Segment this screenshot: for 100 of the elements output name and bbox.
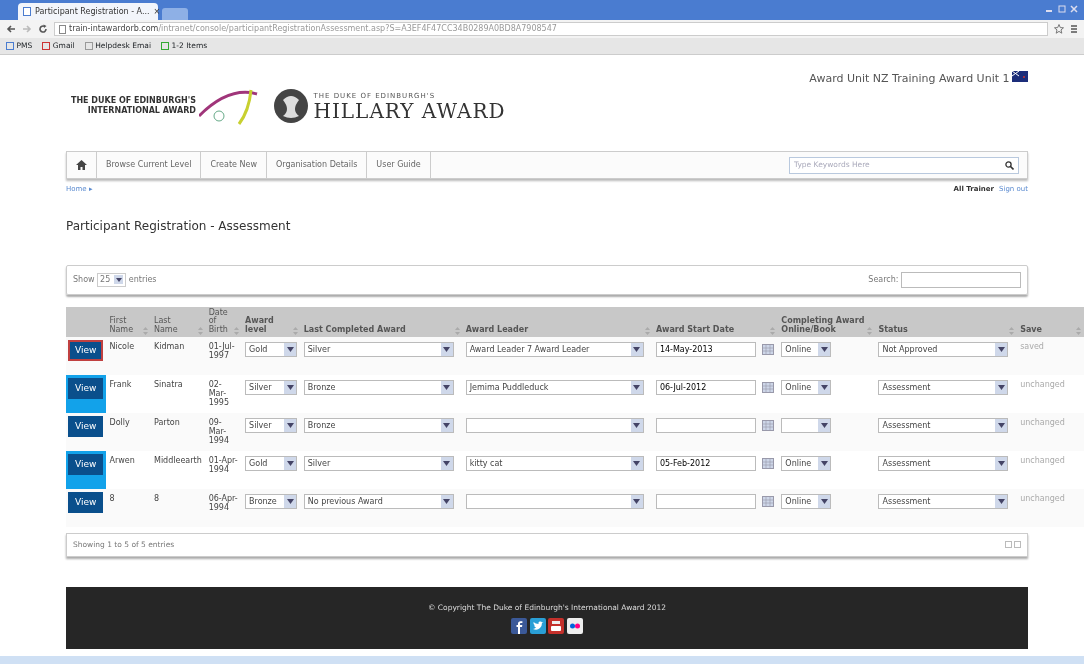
select-field[interactable]: [781, 417, 832, 433]
dropdown-arrow-icon: [115, 277, 122, 282]
column-header[interactable]: Award Start Date: [655, 326, 735, 335]
date-field[interactable]: 05-Feb-2012: [655, 455, 756, 471]
column-header[interactable]: Last Completed Award: [303, 326, 406, 335]
facebook-icon[interactable]: [511, 617, 528, 634]
calendar-icon[interactable]: [761, 495, 774, 507]
dropdown-arrow-icon: [443, 498, 451, 504]
select-field[interactable]: Silver: [303, 341, 454, 357]
url-text: train-intawardorb.com/intranet/console/participantRegistrationAssessment.asp?S=A3EF4F47CC34B0289A0BD8A7908547: [69, 23, 557, 35]
show-label: Show: [73, 273, 95, 286]
select-field[interactable]: kitty cat: [465, 455, 644, 471]
select-field[interactable]: Assessment: [878, 379, 1009, 395]
maximize-icon[interactable]: [1056, 4, 1067, 13]
bookmark-icon: [42, 42, 51, 50]
select-field[interactable]: Online: [781, 493, 832, 509]
save-status: unchanged: [1020, 417, 1065, 427]
select-field[interactable]: Bronze: [245, 493, 298, 509]
sort-icon[interactable]: [197, 326, 203, 335]
view-link[interactable]: View: [68, 377, 104, 399]
search-icon[interactable]: [1005, 160, 1014, 170]
select-field[interactable]: [465, 493, 644, 509]
sort-icon[interactable]: [1009, 326, 1015, 335]
column-header[interactable]: Award Leader: [465, 326, 529, 335]
horizontal-scrollbar[interactable]: [0, 656, 1084, 664]
nav-link[interactable]: User Guide: [367, 152, 431, 178]
next-page-icon[interactable]: [1014, 541, 1021, 549]
table-cell: Sinatra: [154, 379, 183, 389]
nav-link[interactable]: Create New: [201, 152, 267, 178]
select-field[interactable]: Silver: [303, 455, 454, 471]
select-field[interactable]: Silver: [245, 417, 298, 433]
date-field[interactable]: 14-May-2013: [655, 341, 756, 357]
dropdown-arrow-icon: [820, 346, 828, 352]
view-link[interactable]: View: [68, 415, 104, 437]
save-status: unchanged: [1020, 493, 1065, 503]
calendar-icon[interactable]: [761, 457, 774, 469]
page-icon: [59, 24, 66, 34]
select-field[interactable]: Assessment: [878, 417, 1009, 433]
bird-icon[interactable]: [529, 617, 546, 634]
date-field[interactable]: 06-Jul-2012: [655, 379, 756, 395]
select-field[interactable]: Jemima Puddleduck: [465, 379, 644, 395]
select-field[interactable]: Award Leader 7 Award Leader: [465, 341, 644, 357]
reload-icon[interactable]: [38, 24, 48, 34]
sort-icon[interactable]: [770, 326, 776, 335]
calendar-icon[interactable]: [761, 381, 774, 393]
crest-logo-icon: [272, 88, 309, 124]
address-bar[interactable]: train-intawardorb.com/intranet/console/participantRegistrationAssessment.asp?S=A3EF4F47CC34B0289A0BD8A7908547: [54, 22, 1048, 36]
dropdown-arrow-icon: [820, 460, 828, 466]
back-icon[interactable]: [6, 24, 16, 34]
select-field[interactable]: Gold: [245, 455, 298, 471]
column-header[interactable]: Status: [878, 326, 908, 335]
select-field[interactable]: [465, 417, 644, 433]
star-icon[interactable]: [1054, 24, 1064, 34]
select-field[interactable]: Online: [781, 455, 832, 471]
tab-close[interactable]: ×: [153, 5, 161, 18]
view-link[interactable]: View: [68, 453, 104, 475]
table-search-field[interactable]: [901, 271, 1021, 288]
select-field[interactable]: No previous Award: [303, 493, 454, 509]
sort-icon[interactable]: [143, 326, 148, 335]
calendar-icon[interactable]: [761, 419, 774, 431]
calendar-icon[interactable]: [761, 343, 774, 355]
save-status: saved: [1020, 341, 1044, 351]
close-icon[interactable]: [1069, 4, 1079, 13]
date-field[interactable]: [655, 417, 756, 433]
sort-icon[interactable]: [644, 326, 650, 335]
bookmark-icon: [84, 42, 93, 50]
select-field[interactable]: Assessment: [878, 493, 1009, 509]
select-field[interactable]: Online: [781, 341, 832, 357]
logo-title: HILLARY AWARD: [313, 101, 506, 122]
dropdown-arrow-icon: [820, 498, 828, 504]
select-field[interactable]: Not Approved: [878, 341, 1009, 357]
dots-icon[interactable]: [566, 617, 583, 634]
table-cell-text: 02-Mar-1995: [208, 379, 230, 408]
save-status: unchanged: [1020, 455, 1065, 465]
select-field[interactable]: Bronze: [303, 379, 454, 395]
sort-icon[interactable]: [454, 326, 460, 335]
previous-page-icon[interactable]: [1004, 541, 1012, 549]
select-field[interactable]: Bronze: [303, 417, 454, 433]
page-icon: [23, 7, 31, 16]
new-tab-button[interactable]: [162, 8, 188, 20]
sort-icon[interactable]: [234, 326, 240, 335]
entries-label: entries: [128, 273, 157, 286]
save-status: unchanged: [1020, 379, 1065, 389]
menu-icon[interactable]: [1070, 24, 1078, 34]
sort-icon[interactable]: [1076, 326, 1081, 335]
view-link[interactable]: View: [68, 491, 104, 513]
page-size-select[interactable]: 25: [97, 272, 127, 287]
select-field[interactable]: Gold: [245, 341, 298, 357]
forward-icon[interactable]: [22, 24, 32, 34]
nav-link[interactable]: Organisation Details: [266, 152, 368, 178]
view-link[interactable]: View: [68, 339, 104, 361]
date-field[interactable]: [655, 493, 756, 509]
sort-icon[interactable]: [867, 326, 873, 335]
sort-icon[interactable]: [292, 326, 298, 335]
browser-tab[interactable]: Participant Registration - A... ×: [18, 3, 158, 20]
select-field[interactable]: Assessment: [878, 455, 1009, 471]
column-header[interactable]: Save: [1020, 326, 1042, 335]
nav-link[interactable]: Browse Current Level: [97, 152, 202, 178]
select-field[interactable]: Silver: [245, 379, 298, 395]
select-field[interactable]: Online: [781, 379, 832, 395]
